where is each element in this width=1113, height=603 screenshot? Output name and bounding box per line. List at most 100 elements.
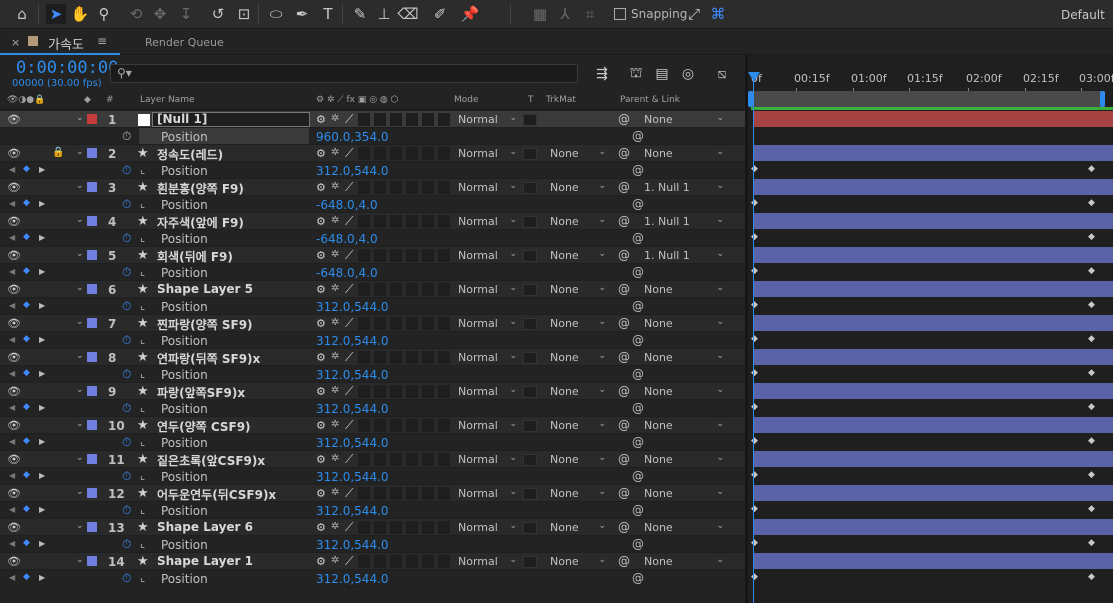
switch-box[interactable] — [358, 351, 370, 364]
switch-box[interactable] — [406, 215, 418, 228]
mode-dropdown[interactable]: Normal ⌄ — [452, 487, 519, 500]
add-keyframe-icon[interactable]: ◆ — [23, 538, 30, 548]
keyframe[interactable]: ◆ — [1088, 198, 1095, 208]
next-keyframe-icon[interactable]: ▶ — [39, 233, 45, 242]
switch-box[interactable] — [358, 283, 370, 296]
quality-switch-icon[interactable]: ⟋ — [345, 520, 353, 535]
parent-dropdown[interactable]: None ⌄ — [638, 113, 726, 126]
switch-box[interactable] — [438, 181, 450, 194]
eraser-tool-icon[interactable]: ⌫ — [397, 4, 418, 24]
parent-header[interactable]: Parent & Link — [620, 95, 680, 105]
eye-visibility-icon[interactable]: 👁 — [7, 521, 21, 534]
quality-switch-icon[interactable]: ⟋ — [345, 554, 353, 569]
stopwatch-icon[interactable]: ⏱ — [122, 435, 131, 450]
add-keyframe-icon[interactable]: ◆ — [23, 300, 30, 310]
mode-dropdown[interactable]: Normal ⌄ — [452, 385, 519, 398]
current-time-display[interactable]: 0:00:00:00 — [16, 58, 118, 78]
keyframe[interactable]: ◆ — [1088, 572, 1095, 582]
switch-box[interactable] — [422, 521, 434, 534]
roto-brush-icon[interactable]: ✐ — [430, 4, 450, 24]
switch-box[interactable] — [406, 249, 418, 262]
add-keyframe-icon[interactable]: ◆ — [23, 232, 30, 242]
graph-icon[interactable]: ⌞ — [140, 163, 145, 176]
shy-layers-icon[interactable]: ▤ — [652, 64, 672, 84]
shy-switch-icon[interactable]: ⚙ — [316, 385, 326, 398]
switch-box[interactable] — [374, 249, 386, 262]
twirl-down-icon[interactable]: ⌄ — [76, 555, 84, 565]
mode-dropdown[interactable]: Normal ⌄ — [452, 249, 519, 262]
timeline-area[interactable]: 0f 00:15f 01:00f 01:15f 02:00f 02:15f 03:00f ◆… — [748, 55, 1113, 603]
switch-box[interactable] — [438, 453, 450, 466]
layer-name[interactable]: 연두(양쪽 CSF9) — [157, 418, 251, 435]
graph-editor-icon[interactable]: ⧅ — [712, 64, 732, 84]
expression-pick-whip-icon[interactable]: @ — [632, 401, 644, 415]
pick-whip-icon[interactable]: @ — [618, 384, 630, 398]
quality-switch-icon[interactable]: ⟋ — [345, 316, 353, 331]
switch-box[interactable] — [438, 385, 450, 398]
property-value[interactable]: 312.0,544.0 — [316, 164, 389, 178]
twirl-down-icon[interactable]: ⌄ — [76, 385, 84, 395]
collapse-switch-icon[interactable]: ✲ — [331, 317, 339, 328]
switch-box[interactable] — [406, 317, 418, 330]
add-keyframe-icon[interactable]: ◆ — [23, 572, 30, 582]
shy-switch-icon[interactable]: ⚙ — [316, 487, 326, 500]
pick-whip-icon[interactable]: @ — [618, 520, 630, 534]
switch-box[interactable] — [374, 385, 386, 398]
collapse-switch-icon[interactable]: ✲ — [331, 453, 339, 464]
preserve-transparency-checkbox[interactable] — [523, 454, 537, 466]
label-column-icon[interactable]: ◆ — [84, 95, 91, 105]
switch-box[interactable] — [406, 419, 418, 432]
trkmat-dropdown[interactable]: None ⌄ — [544, 453, 608, 466]
eye-visibility-icon[interactable]: 👁 — [7, 555, 21, 568]
switch-box[interactable] — [422, 283, 434, 296]
label-color-swatch[interactable] — [87, 386, 97, 396]
layer-row[interactable]: 👁 ⌄ 9 ★ 파랑(앞쪽SF9)x ⚙ ✲ ⟋ Normal ⌄ None ⌄ @ None ⌄ — [0, 383, 748, 400]
next-keyframe-icon[interactable]: ▶ — [39, 335, 45, 344]
quality-switch-icon[interactable]: ⟋ — [345, 384, 353, 399]
property-row[interactable]: ◀ ◆ ▶ ⏱ ⌞ Position -648.0,4.0 @ — [0, 230, 748, 247]
prev-keyframe-icon[interactable]: ◀ — [9, 267, 15, 276]
property-value[interactable]: 312.0,544.0 — [316, 334, 389, 348]
home-icon[interactable]: ⌂ — [12, 4, 32, 24]
clone-stamp-icon[interactable]: ⊥ — [374, 4, 394, 24]
switch-box[interactable] — [358, 453, 370, 466]
collapse-switch-icon[interactable]: ✲ — [331, 249, 339, 260]
twirl-down-icon[interactable]: ⌄ — [76, 283, 84, 293]
graph-icon[interactable]: ⌞ — [140, 435, 145, 448]
property-value[interactable]: 312.0,544.0 — [316, 504, 389, 518]
layer-name[interactable]: 짙은초록(앞CSF9)x — [157, 452, 265, 469]
pick-whip-icon[interactable]: @ — [618, 418, 630, 432]
tab-composition[interactable]: 가속도 — [48, 34, 84, 53]
frame-blending-icon[interactable]: ◎ — [678, 64, 698, 84]
stopwatch-icon[interactable]: ⏱ — [122, 129, 131, 144]
trkmat-dropdown[interactable]: None ⌄ — [544, 385, 608, 398]
preserve-transparency-checkbox[interactable] — [523, 522, 537, 534]
snap-features-icon[interactable]: ⌘ — [708, 4, 728, 24]
switch-box[interactable] — [406, 147, 418, 160]
layer-duration-bar[interactable] — [753, 417, 1113, 433]
parent-dropdown[interactable]: 1. Null 1 ⌄ — [638, 249, 726, 262]
switch-box[interactable] — [390, 351, 402, 364]
quality-switch-icon[interactable]: ⟋ — [345, 486, 353, 501]
trkmat-dropdown[interactable]: None ⌄ — [544, 283, 608, 296]
pick-whip-icon[interactable]: @ — [618, 112, 630, 126]
preserve-transparency-checkbox[interactable] — [523, 420, 537, 432]
label-color-swatch[interactable] — [87, 284, 97, 294]
switch-box[interactable] — [358, 215, 370, 228]
layer-name[interactable]: 어두운연두(뒤CSF9)x — [157, 486, 276, 503]
mode-dropdown[interactable]: Normal ⌄ — [452, 283, 519, 296]
layer-duration-bar[interactable] — [753, 281, 1113, 297]
switch-box[interactable] — [358, 317, 370, 330]
shy-switch-icon[interactable]: ⚙ — [316, 351, 326, 364]
switch-box[interactable] — [358, 419, 370, 432]
shy-switch-icon[interactable]: ⚙ — [316, 283, 326, 296]
layer-row[interactable]: 👁 ⌄ 13 ★ Shape Layer 6 ⚙ ✲ ⟋ Normal ⌄ None ⌄ @ None ⌄ — [0, 519, 748, 536]
eye-visibility-icon[interactable]: 👁 — [7, 419, 21, 432]
next-keyframe-icon[interactable]: ▶ — [39, 267, 45, 276]
time-ruler[interactable]: 0f 00:15f 01:00f 01:15f 02:00f 02:15f 03:00f — [748, 63, 1113, 94]
pick-whip-icon[interactable]: @ — [618, 248, 630, 262]
quality-switch-icon[interactable]: ⟋ — [345, 146, 353, 161]
layer-row[interactable]: 👁 ⌄ 7 ★ 찐파랑(양쪽 SF9) ⚙ ✲ ⟋ Normal ⌄ None ⌄ @ None ⌄ — [0, 315, 748, 332]
quality-switch-icon[interactable]: ⟋ — [345, 282, 353, 297]
dolly-camera-icon[interactable]: ↧ — [176, 4, 196, 24]
